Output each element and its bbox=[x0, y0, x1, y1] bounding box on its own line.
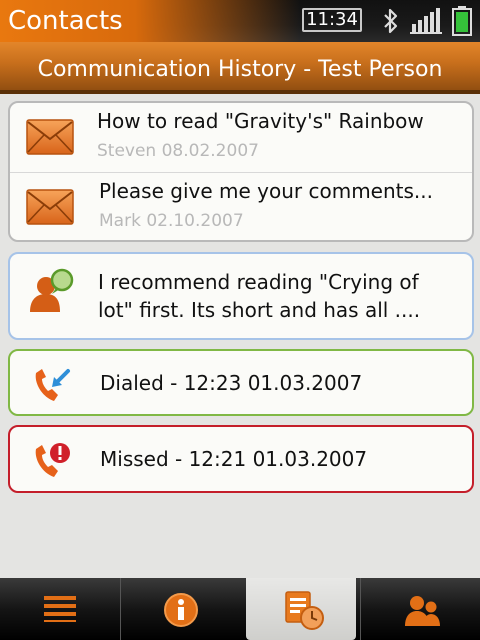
dialed-call-icon bbox=[35, 369, 70, 401]
chat-line-2: lot" first. Its short and has all .... bbox=[98, 298, 421, 322]
tab-contacts[interactable] bbox=[361, 578, 480, 640]
message-meta: Mark 02.10.2007 bbox=[99, 211, 244, 231]
tab-menu[interactable] bbox=[0, 578, 119, 640]
messages-card: How to read "Gravity's" Rainbow Steven 0… bbox=[8, 101, 474, 242]
status-bar: Contacts 11:34 bbox=[0, 0, 480, 42]
menu-icon bbox=[44, 596, 76, 622]
call-label: Missed - 12:21 01.03.2007 bbox=[100, 447, 368, 471]
missed-call-icon bbox=[35, 443, 70, 477]
clock: 11:34 bbox=[302, 8, 362, 32]
call-item-dialed[interactable]: Dialed - 12:23 01.03.2007 bbox=[8, 349, 474, 416]
message-title: How to read "Gravity's" Rainbow bbox=[97, 109, 424, 133]
message-title: Please give me your comments... bbox=[99, 179, 433, 203]
app-title: Contacts bbox=[0, 0, 300, 42]
signal-icon bbox=[410, 8, 442, 34]
chat-contact-icon bbox=[30, 268, 74, 312]
call-label: Dialed - 12:23 01.03.2007 bbox=[100, 371, 363, 395]
call-item-missed[interactable]: Missed - 12:21 01.03.2007 bbox=[8, 425, 474, 493]
contacts-icon bbox=[405, 596, 440, 626]
tab-bar bbox=[0, 578, 480, 640]
email-icon bbox=[26, 119, 74, 155]
history-icon bbox=[285, 591, 324, 630]
email-icon bbox=[26, 189, 74, 225]
tab-history[interactable] bbox=[246, 578, 356, 640]
message-item-1[interactable]: How to read "Gravity's" Rainbow Steven 0… bbox=[10, 103, 472, 172]
tab-info[interactable] bbox=[121, 578, 240, 640]
battery-icon bbox=[452, 6, 472, 36]
bluetooth-icon bbox=[384, 8, 398, 34]
chat-line-1: I recommend reading "Crying of bbox=[98, 270, 419, 294]
chat-item[interactable]: I recommend reading "Crying of lot" firs… bbox=[8, 252, 474, 340]
message-item-2[interactable]: Please give me your comments... Mark 02.… bbox=[10, 173, 472, 242]
info-icon bbox=[164, 593, 198, 627]
message-meta: Steven 08.02.2007 bbox=[97, 141, 259, 161]
page-title: Communication History - Test Person bbox=[0, 42, 480, 94]
